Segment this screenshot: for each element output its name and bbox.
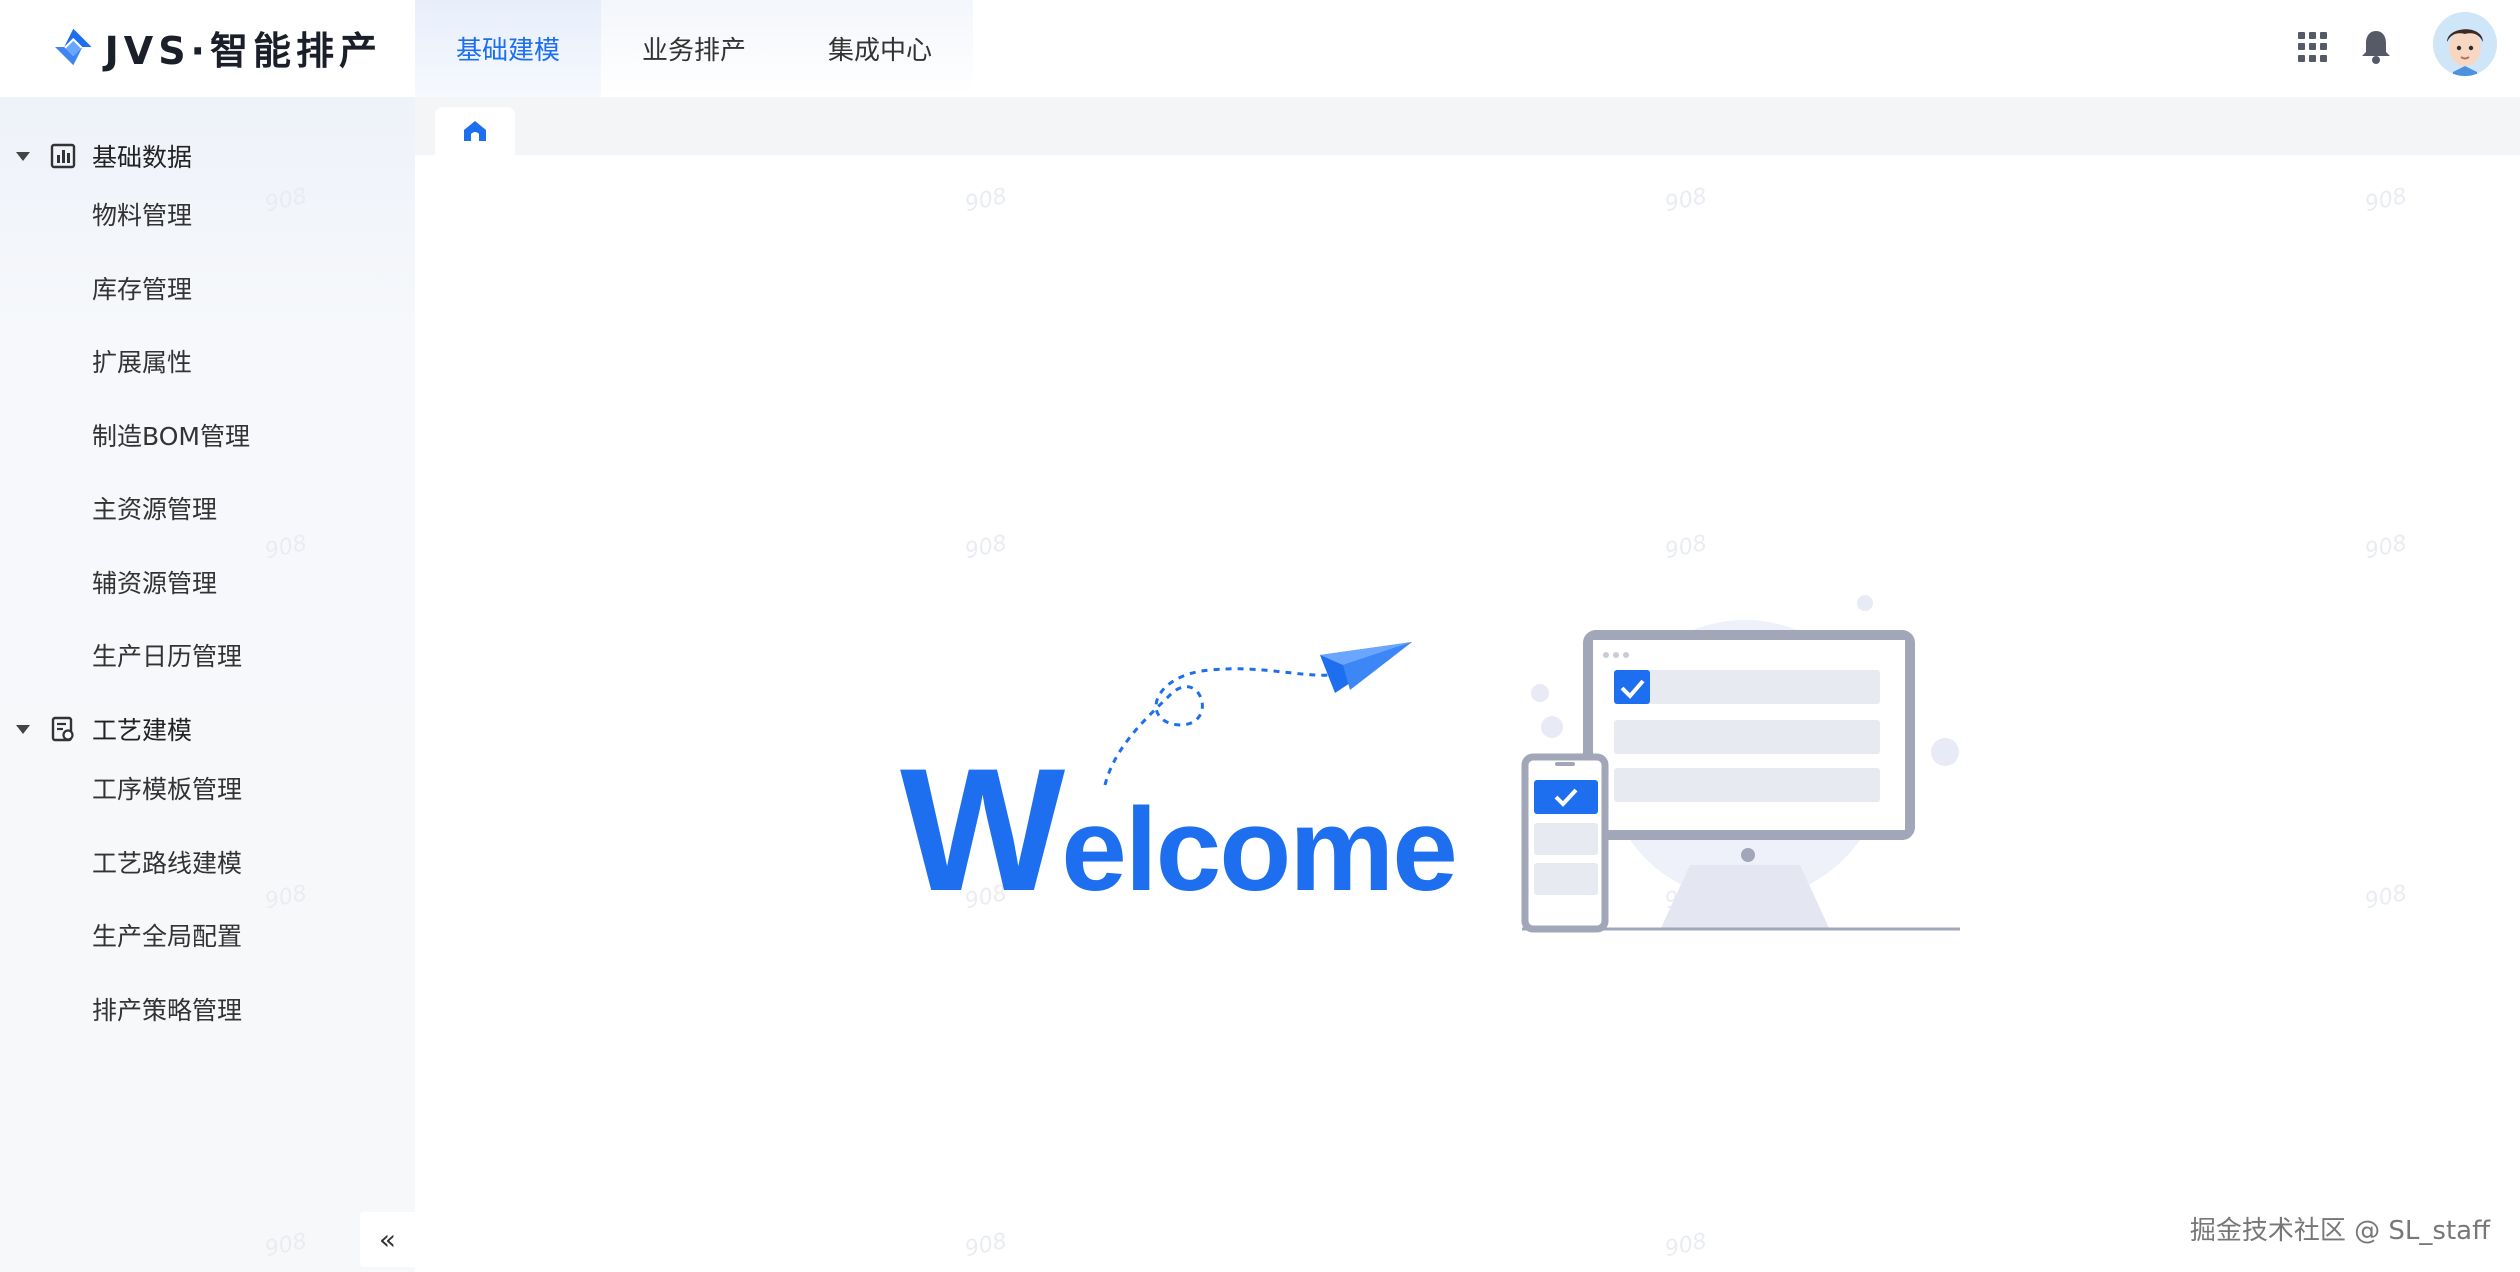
sidebar-item-process-template[interactable]: 工序模板管理 xyxy=(0,760,415,816)
watermark: 908 xyxy=(2362,530,2410,565)
sidebar-group-label: 工艺建模 xyxy=(92,716,193,745)
sidebar-item-production-calendar[interactable]: 生产日历管理 xyxy=(0,627,415,683)
paper-plane-icon xyxy=(1320,642,1412,693)
sidebar-item-process-route[interactable]: 工艺路线建模 xyxy=(0,834,415,890)
sidebar-item-label: 生产全局配置 xyxy=(92,922,243,951)
top-nav: 基础建模 业务排产 集成中心 xyxy=(415,0,973,97)
decor-dot xyxy=(1541,716,1563,738)
bell-icon[interactable] xyxy=(2360,28,2392,68)
logo-icon xyxy=(55,28,92,66)
watermark: 908 xyxy=(962,1228,1010,1263)
footer-credit: 掘金技术社区 @ SL_staff xyxy=(2189,1216,2490,1246)
logo-text: JVS·智能排产 xyxy=(104,28,382,73)
sidebar-item-label: 主资源管理 xyxy=(92,495,218,524)
sidebar-item-label: 库存管理 xyxy=(92,275,193,304)
sidebar-item-material[interactable]: 物料管理 xyxy=(0,186,415,242)
watermark: 908 xyxy=(1662,530,1710,565)
apps-grid-icon[interactable] xyxy=(2298,32,2328,62)
collapse-sidebar-button[interactable]: « xyxy=(360,1212,415,1267)
sidebar-item-extended-attributes[interactable]: 扩展属性 xyxy=(0,333,415,389)
sidebar-item-aux-resource[interactable]: 辅资源管理 xyxy=(0,554,415,610)
app-header: JVS·智能排产 基础建模 业务排产 集成中心 xyxy=(0,0,2520,97)
sidebar-group-label: 基础数据 xyxy=(92,143,193,172)
sidebar-item-label: 生产日历管理 xyxy=(92,642,243,671)
sidebar-item-scheduling-strategy[interactable]: 排产策略管理 xyxy=(0,981,415,1037)
home-tab[interactable] xyxy=(435,107,515,155)
sidebar-item-bom[interactable]: 制造BOM管理 xyxy=(0,407,415,463)
sidebar-item-label: 工艺路线建模 xyxy=(92,849,243,878)
watermark: 908 xyxy=(962,530,1010,565)
sidebar-group-basic-data[interactable]: 基础数据 xyxy=(0,128,415,184)
sidebar-item-label: 物料管理 xyxy=(92,201,193,230)
home-icon xyxy=(464,121,486,141)
caret-down-icon xyxy=(16,724,30,734)
process-icon xyxy=(51,716,74,742)
welcome-illustration: Welcome xyxy=(900,585,1970,945)
watermark: 908 xyxy=(1662,183,1710,218)
tab-integration-center[interactable]: 集成中心 xyxy=(787,0,973,97)
sidebar-item-label: 工序模板管理 xyxy=(92,775,243,804)
decor-dot xyxy=(1931,738,1959,766)
sidebar-item-label: 辅资源管理 xyxy=(92,569,218,598)
sidebar-item-inventory[interactable]: 库存管理 xyxy=(0,260,415,316)
watermark: 908 xyxy=(1662,1228,1710,1263)
phone-illustration xyxy=(1521,753,1609,933)
sidebar-item-main-resource[interactable]: 主资源管理 xyxy=(0,480,415,536)
watermark: 908 xyxy=(962,183,1010,218)
sidebar-item-label: 制造BOM管理 xyxy=(92,422,250,451)
sidebar-item-label: 扩展属性 xyxy=(92,348,193,377)
sidebar-item-label: 排产策略管理 xyxy=(92,996,243,1025)
decor-dot xyxy=(1531,684,1549,702)
sidebar: 基础数据 物料管理 库存管理 扩展属性 制造BOM管理 主资源管理 辅资源管理 … xyxy=(0,97,415,1272)
app-logo[interactable]: JVS·智能排产 xyxy=(52,18,382,76)
monitor-illustration xyxy=(1583,630,1915,930)
tab-business-scheduling[interactable]: 业务排产 xyxy=(601,0,787,97)
chart-icon xyxy=(50,143,76,169)
caret-down-icon xyxy=(16,151,30,161)
watermark: 908 xyxy=(2362,880,2410,915)
tab-bar xyxy=(415,97,2520,155)
tab-basic-modeling[interactable]: 基础建模 xyxy=(415,0,601,97)
welcome-graphics xyxy=(1103,595,1960,933)
decor-dot xyxy=(1857,595,1873,611)
watermark: 908 xyxy=(2362,183,2410,218)
sidebar-group-process-modeling[interactable]: 工艺建模 xyxy=(0,701,415,757)
flight-path xyxy=(1103,667,1331,786)
sidebar-item-global-config[interactable]: 生产全局配置 xyxy=(0,907,415,963)
avatar[interactable] xyxy=(2433,12,2497,76)
